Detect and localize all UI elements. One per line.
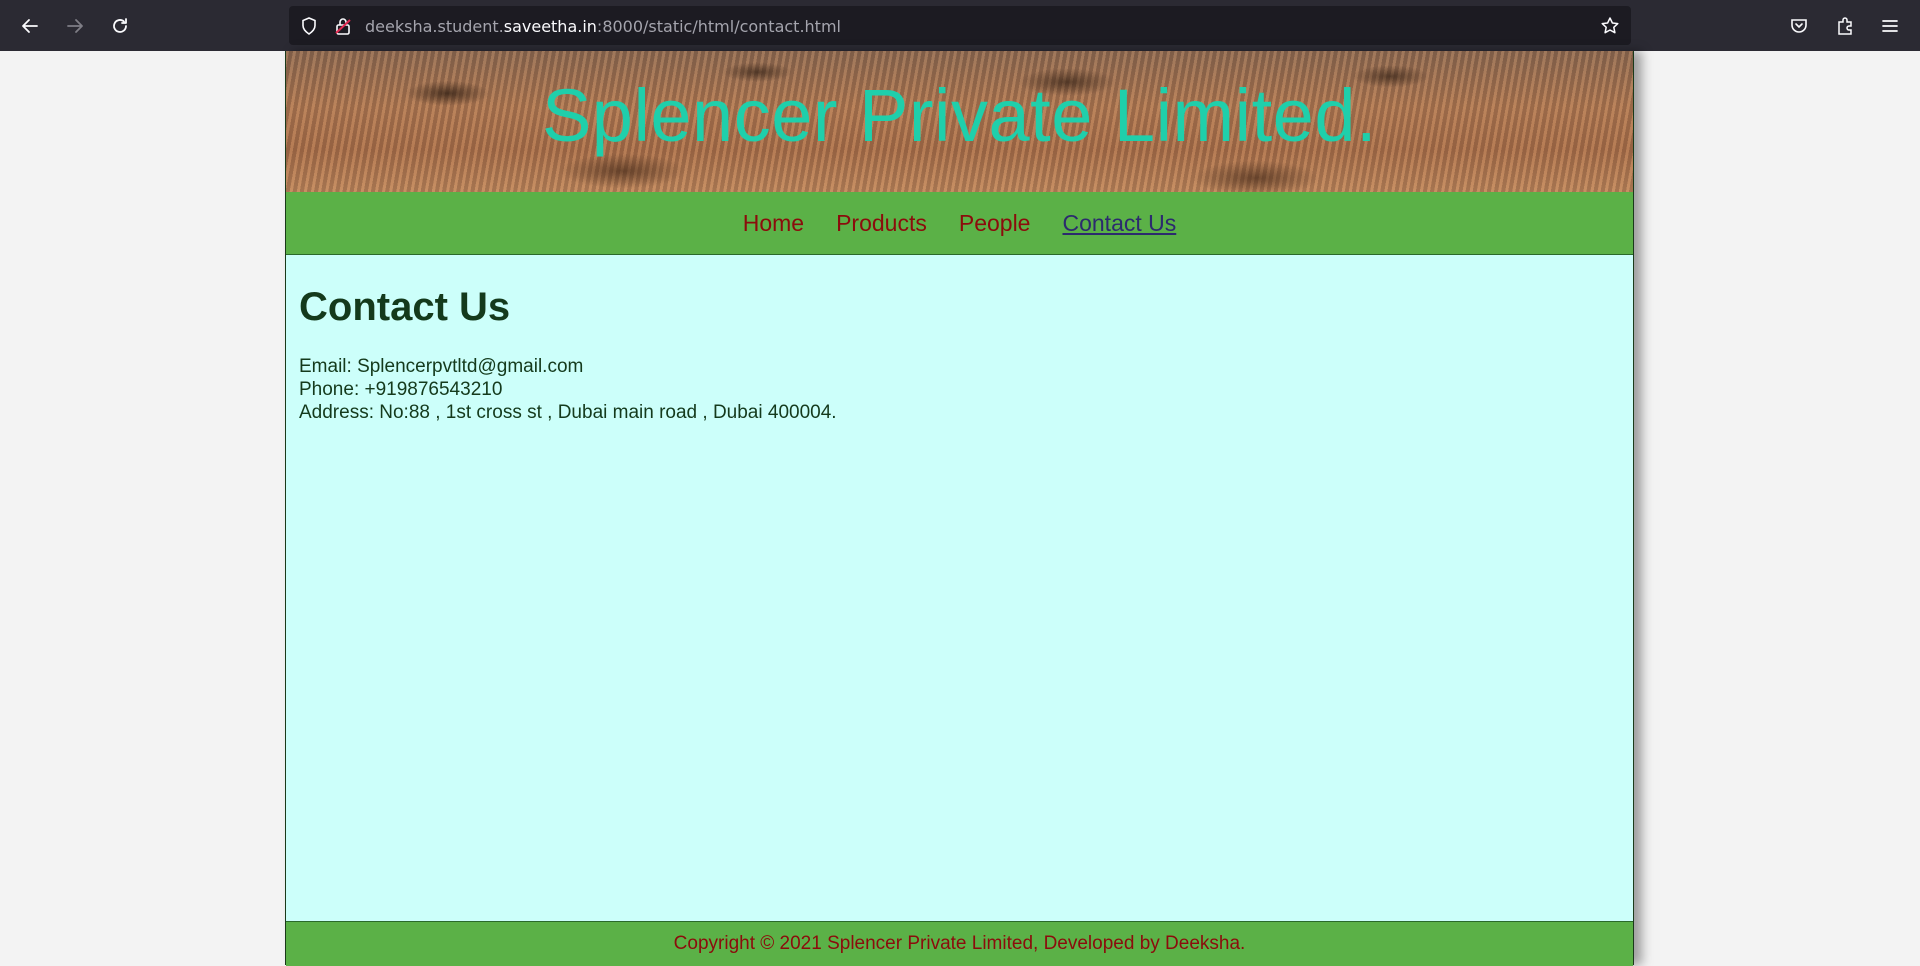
url-host: saveetha.in — [503, 17, 597, 36]
contact-address: Address: No:88 , 1st cross st , Dubai ma… — [299, 402, 837, 423]
arrow-right-icon — [67, 19, 83, 33]
contact-email: Email: Splencerpvtltd@gmail.com — [299, 356, 584, 377]
shield-icon[interactable] — [298, 15, 320, 37]
menu-button[interactable] — [1876, 12, 1904, 40]
hamburger-menu-icon — [1882, 20, 1898, 32]
nav-contact-link[interactable]: Contact Us — [1062, 210, 1176, 237]
page-heading: Contact Us — [299, 285, 511, 329]
reload-icon — [113, 18, 127, 33]
page-footer: Copyright © 2021 Splencer Private Limite… — [286, 921, 1633, 966]
browser-toolbar: deeksha.student.saveetha.in:8000/static/… — [0, 0, 1920, 51]
arrow-left-icon — [22, 19, 38, 33]
back-button[interactable] — [16, 12, 44, 40]
main-nav: Home Products People Contact Us — [286, 192, 1633, 255]
nav-products-link[interactable]: Products — [836, 210, 927, 237]
nav-people-link[interactable]: People — [959, 210, 1031, 237]
contact-phone: Phone: +919876543210 — [299, 379, 503, 400]
main-content: Contact Us Email: Splencerpvtltd@gmail.c… — [286, 255, 1633, 921]
site-title: Splencer Private Limited. — [541, 74, 1378, 157]
bookmark-star-icon[interactable] — [1599, 15, 1621, 37]
forward-button[interactable] — [61, 12, 89, 40]
url-text[interactable]: deeksha.student.saveetha.in:8000/static/… — [365, 17, 841, 36]
insecure-lock-icon[interactable] — [332, 15, 354, 37]
nav-home-link[interactable]: Home — [743, 210, 804, 237]
pocket-button[interactable] — [1785, 12, 1813, 40]
puzzle-icon — [1838, 17, 1852, 35]
url-prefix: deeksha.student. — [365, 17, 504, 36]
copyright-text: Copyright © 2021 Splencer Private Limite… — [673, 933, 1246, 954]
page-container: Splencer Private Limited. Home Products … — [285, 51, 1634, 966]
url-bar[interactable]: deeksha.student.saveetha.in:8000/static/… — [289, 6, 1631, 45]
reload-button[interactable] — [106, 12, 134, 40]
extensions-button[interactable] — [1831, 12, 1859, 40]
url-suffix: :8000/static/html/contact.html — [596, 17, 841, 36]
pocket-icon — [1791, 19, 1807, 33]
contact-info: Email: Splencerpvtltd@gmail.com Phone: +… — [299, 355, 837, 424]
header-banner: Splencer Private Limited. — [286, 51, 1633, 193]
